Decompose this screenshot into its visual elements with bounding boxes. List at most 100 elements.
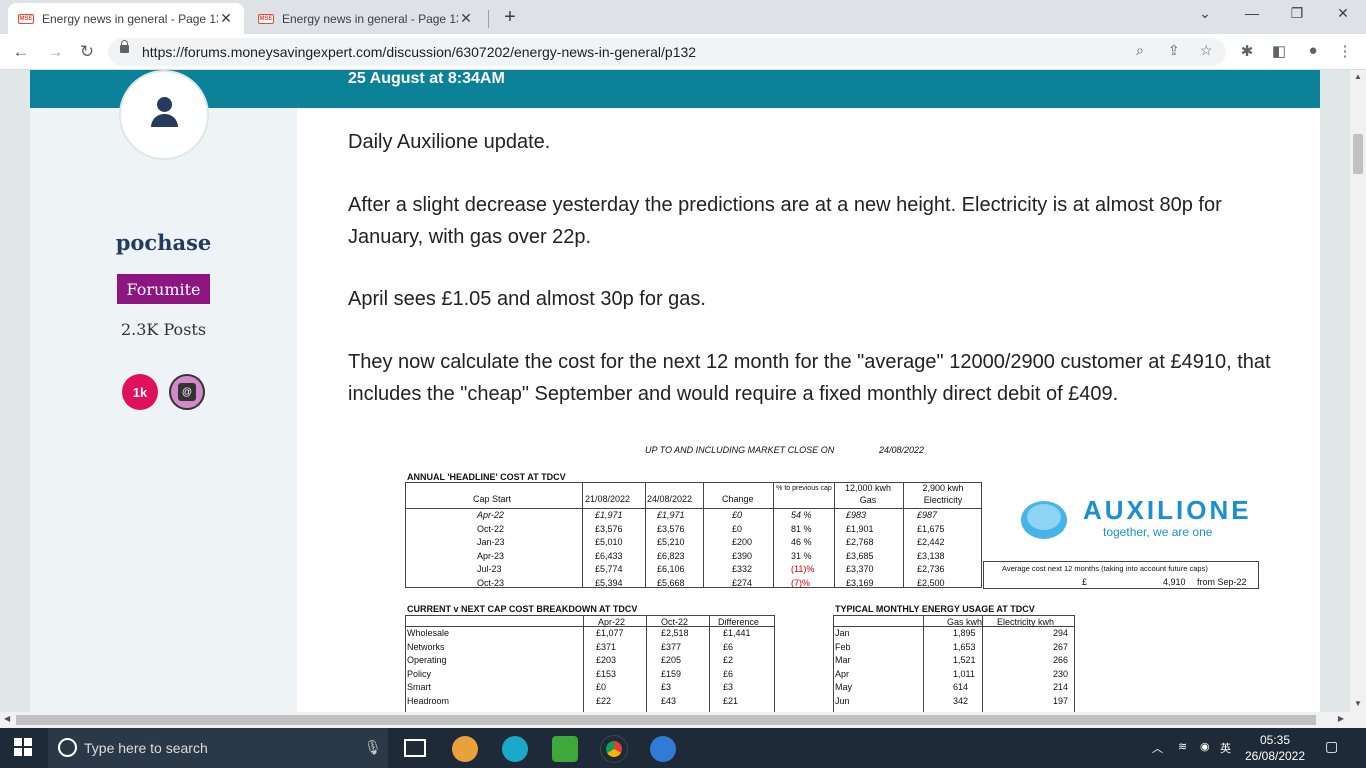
annual-cell: £2,500 xyxy=(917,577,945,588)
sheet-header-label: UP TO AND INCLUDING MARKET CLOSE ON xyxy=(645,445,835,455)
breakdown-cell: £153 xyxy=(596,668,617,679)
col-electricity: 2,900 kwh Electricity xyxy=(922,483,964,505)
usage-cell: 1,521 xyxy=(953,655,976,665)
minimize-button[interactable]: — xyxy=(1237,5,1267,21)
usage-cell: Feb xyxy=(835,641,851,652)
windows-start-icon[interactable] xyxy=(14,738,32,756)
breakdown-cell: Networks xyxy=(407,641,445,652)
usage-cell: Jan xyxy=(835,628,850,638)
tab-bar: MSE Energy news in general - Page 13 ✕ M… xyxy=(0,0,1366,34)
role-badge: Forumite xyxy=(117,274,210,304)
tab-energy-news-1[interactable]: MSE Energy news in general - Page 13 ✕ xyxy=(8,3,244,34)
avg-cost-label: Average cost next 12 months (taking into… xyxy=(1002,564,1208,573)
usage-cell: 1,653 xyxy=(953,641,976,652)
col-date-1: 21/08/2022 xyxy=(585,494,631,504)
annual-cell: 31 % xyxy=(791,550,812,561)
annual-cell: £5,774 xyxy=(595,564,623,574)
vertical-scroll-thumb[interactable] xyxy=(1353,134,1363,174)
tray-chevron-icon[interactable]: ︿ xyxy=(1152,740,1163,756)
usage-cell: May xyxy=(835,682,853,692)
language-icon[interactable]: 英 xyxy=(1220,740,1231,756)
address-url[interactable]: https://forums.moneysavingexpert.com/dis… xyxy=(142,44,696,60)
new-tab-button[interactable]: + xyxy=(500,6,520,29)
lock-app-icon[interactable] xyxy=(552,736,578,762)
scroll-up-icon[interactable]: ▲ xyxy=(1354,72,1362,81)
task-view-icon[interactable] xyxy=(404,739,426,757)
taskbar-search-box[interactable]: Type here to search 🎙 xyxy=(48,728,388,768)
volume-icon[interactable]: ◉ xyxy=(1200,740,1210,753)
post-paragraph: They now calculate the cost for the next… xyxy=(348,351,1271,405)
breakdown-cell: £43 xyxy=(661,695,677,706)
address-bar[interactable]: https://forums.moneysavingexpert.com/dis… xyxy=(108,38,1226,66)
horizontal-scrollbar[interactable]: ◀ ▶ xyxy=(0,712,1366,728)
tab-close-icon[interactable]: ✕ xyxy=(218,10,234,27)
annual-cell: £200 xyxy=(732,537,753,547)
browser-toolbar: ← → ↻ https://forums.moneysavingexpert.c… xyxy=(0,34,1366,70)
annual-cell: £3,169 xyxy=(846,577,874,588)
email-badge[interactable]: @ xyxy=(169,374,205,410)
app-icon[interactable] xyxy=(650,736,676,762)
breakdown-cell: Policy xyxy=(407,668,432,679)
scroll-left-icon[interactable]: ◀ xyxy=(4,714,10,723)
chrome-taskbar-icon[interactable] xyxy=(600,735,628,763)
mse-favicon-icon: MSE xyxy=(18,13,34,24)
annual-cell: (7)% xyxy=(791,577,811,588)
annual-cell: £3,138 xyxy=(917,550,945,561)
usage-title: TYPICAL MONTHLY ENERGY USAGE AT TDCV xyxy=(835,604,1035,614)
post-date[interactable]: 25 August at 8:34AM xyxy=(348,70,505,88)
profile-avatar-icon[interactable]: ● xyxy=(1303,42,1323,59)
annual-cell: £1,901 xyxy=(846,523,874,534)
usage-cell: 267 xyxy=(1053,641,1069,652)
reload-button[interactable]: ↻ xyxy=(76,42,98,62)
annual-cell: £5,210 xyxy=(657,537,685,547)
share-icon[interactable]: ⇪ xyxy=(1168,42,1180,59)
close-window-button[interactable]: ✕ xyxy=(1328,5,1358,22)
app-icon[interactable] xyxy=(452,736,478,762)
scroll-right-icon[interactable]: ▶ xyxy=(1338,714,1344,723)
horizontal-scroll-thumb[interactable] xyxy=(16,715,1316,725)
annual-cell: Jan-23 xyxy=(477,537,505,547)
edge-browser-icon[interactable] xyxy=(502,736,528,762)
breakdown-cell: £2,518 xyxy=(661,628,689,638)
annual-cell: Oct-23 xyxy=(477,577,505,588)
at-icon: @ xyxy=(178,383,196,401)
back-button[interactable]: ← xyxy=(10,42,32,62)
tab-title: Energy news in general - Page 13 xyxy=(282,11,458,26)
annual-cell: £6,433 xyxy=(595,550,623,561)
wifi-icon[interactable]: ≋ xyxy=(1178,740,1187,753)
extensions-puzzle-icon[interactable]: ✱ xyxy=(1237,42,1257,60)
tab-energy-news-2[interactable]: MSE Energy news in general - Page 13 ✕ xyxy=(248,3,484,34)
annual-cell: £5,010 xyxy=(595,537,623,547)
chrome-menu-icon[interactable]: ⋮ xyxy=(1335,42,1355,60)
user-avatar[interactable] xyxy=(119,70,209,160)
tab-close-icon[interactable]: ✕ xyxy=(458,10,474,27)
scroll-down-icon[interactable]: ▼ xyxy=(1354,699,1362,708)
breakdown-cell: £159 xyxy=(661,668,682,679)
bookmark-star-icon[interactable]: ☆ xyxy=(1200,42,1213,59)
annual-cell: £6,823 xyxy=(657,550,685,561)
lock-icon xyxy=(120,40,129,53)
usage-cell: 294 xyxy=(1053,628,1069,638)
side-panel-icon[interactable]: ◧ xyxy=(1269,42,1289,60)
annual-cell: £5,394 xyxy=(595,577,623,588)
annual-cell: (11)% xyxy=(791,564,815,574)
annual-cell: £987 xyxy=(917,510,938,520)
microphone-icon[interactable]: 🎙 xyxy=(364,739,382,756)
user-silhouette-body xyxy=(151,114,178,127)
post-paragraph: After a slight decrease yesterday the pr… xyxy=(348,194,1222,248)
author-panel: pochase Forumite 2.3K Posts 1k @ xyxy=(30,70,297,712)
1k-badge[interactable]: 1k xyxy=(122,374,158,410)
annual-cell: £2,442 xyxy=(917,537,945,547)
annual-cell: Apr-22 xyxy=(477,510,504,520)
annual-cell: Oct-22 xyxy=(477,523,505,534)
forward-button[interactable]: → xyxy=(44,42,66,62)
taskbar-clock[interactable]: 05:35 26/08/2022 xyxy=(1240,732,1310,764)
tab-search-chevron-icon[interactable]: ⌄ xyxy=(1190,5,1220,22)
notifications-icon[interactable]: ▢ xyxy=(1325,738,1338,755)
annual-cell: £0 xyxy=(732,510,743,520)
breakdown-col: Apr-22 xyxy=(598,617,626,627)
vertical-scrollbar[interactable]: ▲ ▼ xyxy=(1350,70,1366,712)
author-name[interactable]: pochase xyxy=(30,230,297,255)
zoom-icon[interactable]: ⌕ xyxy=(1136,42,1144,59)
restore-button[interactable]: ❐ xyxy=(1282,5,1312,22)
